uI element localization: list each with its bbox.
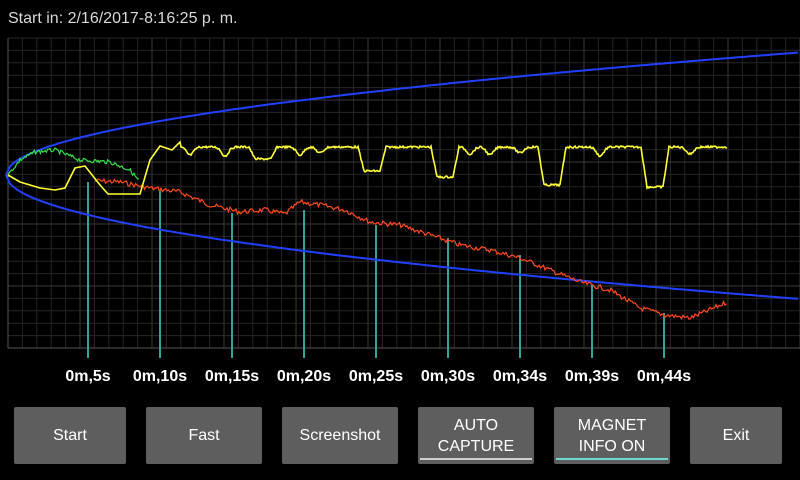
magnet-info-label: MAGNET INFO ON	[577, 416, 647, 455]
time-tick-label: 0m,10s	[132, 368, 188, 385]
start-button-label: Start	[53, 427, 87, 444]
time-tick-label: 0m,15s	[204, 368, 260, 385]
time-tick-label: 0m,25s	[348, 368, 404, 385]
auto-capture-label: AUTO CAPTURE	[437, 416, 515, 455]
fast-button[interactable]: Fast	[146, 407, 262, 464]
screenshot-button[interactable]: Screenshot	[282, 407, 398, 464]
plot-grid	[7, 37, 800, 349]
start-time-label: Start in: 2/16/2017-8:16:25 p. m.	[8, 10, 238, 27]
envelope-upper-curve	[5, 51, 799, 176]
exit-button-label: Exit	[722, 427, 750, 444]
time-tick-label: 0m,20s	[276, 368, 332, 385]
time-markers	[87, 182, 665, 358]
auto-capture-toggle[interactable]: AUTO CAPTURE	[418, 407, 534, 464]
time-tick-label: 0m,44s	[636, 368, 692, 385]
magnet-info-indicator	[556, 458, 668, 460]
exit-button[interactable]: Exit	[690, 407, 782, 464]
time-tick-label: 0m,39s	[564, 368, 620, 385]
screenshot-button-label: Screenshot	[299, 427, 381, 444]
signal-plot	[5, 37, 800, 358]
magnet-info-toggle[interactable]: MAGNET INFO ON	[554, 407, 670, 464]
fast-button-label: Fast	[188, 427, 220, 444]
time-tick-label: 0m,30s	[420, 368, 476, 385]
start-button[interactable]: Start	[14, 407, 126, 464]
time-tick-label: 0m,34s	[492, 368, 548, 385]
time-tick-label: 0m,5s	[65, 368, 111, 385]
auto-capture-indicator	[420, 458, 532, 460]
